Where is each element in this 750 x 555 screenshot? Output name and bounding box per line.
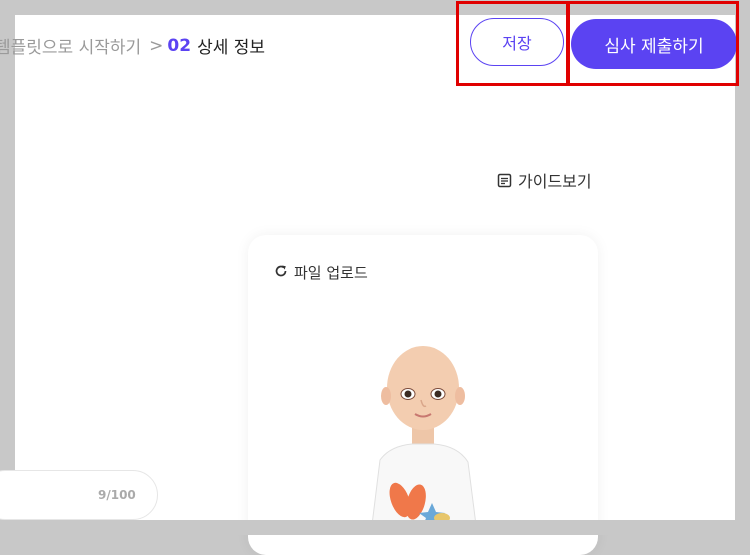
file-upload-button[interactable]: 파일 업로드 — [274, 262, 368, 283]
document-icon — [497, 173, 512, 188]
breadcrumb-current: 상세 정보 — [197, 38, 266, 58]
character-counter: 9/100 — [98, 488, 136, 502]
save-button[interactable]: 저장 — [470, 18, 564, 66]
guide-link[interactable]: 가이드보기 — [497, 168, 592, 192]
upload-label: 파일 업로드 — [294, 264, 368, 282]
step-number: 02 — [167, 35, 192, 56]
submit-review-button[interactable]: 심사 제출하기 — [571, 19, 737, 69]
breadcrumb-previous[interactable]: 템플릿으로 시작하기 — [0, 33, 141, 58]
chevron-right-icon: > — [149, 35, 164, 56]
breadcrumb: 템플릿으로 시작하기 > 02 상세 정보 — [0, 33, 266, 59]
avatar-preview — [360, 340, 490, 529]
bottom-frame — [0, 520, 750, 535]
refresh-icon — [274, 264, 288, 282]
guide-label: 가이드보기 — [518, 172, 592, 191]
